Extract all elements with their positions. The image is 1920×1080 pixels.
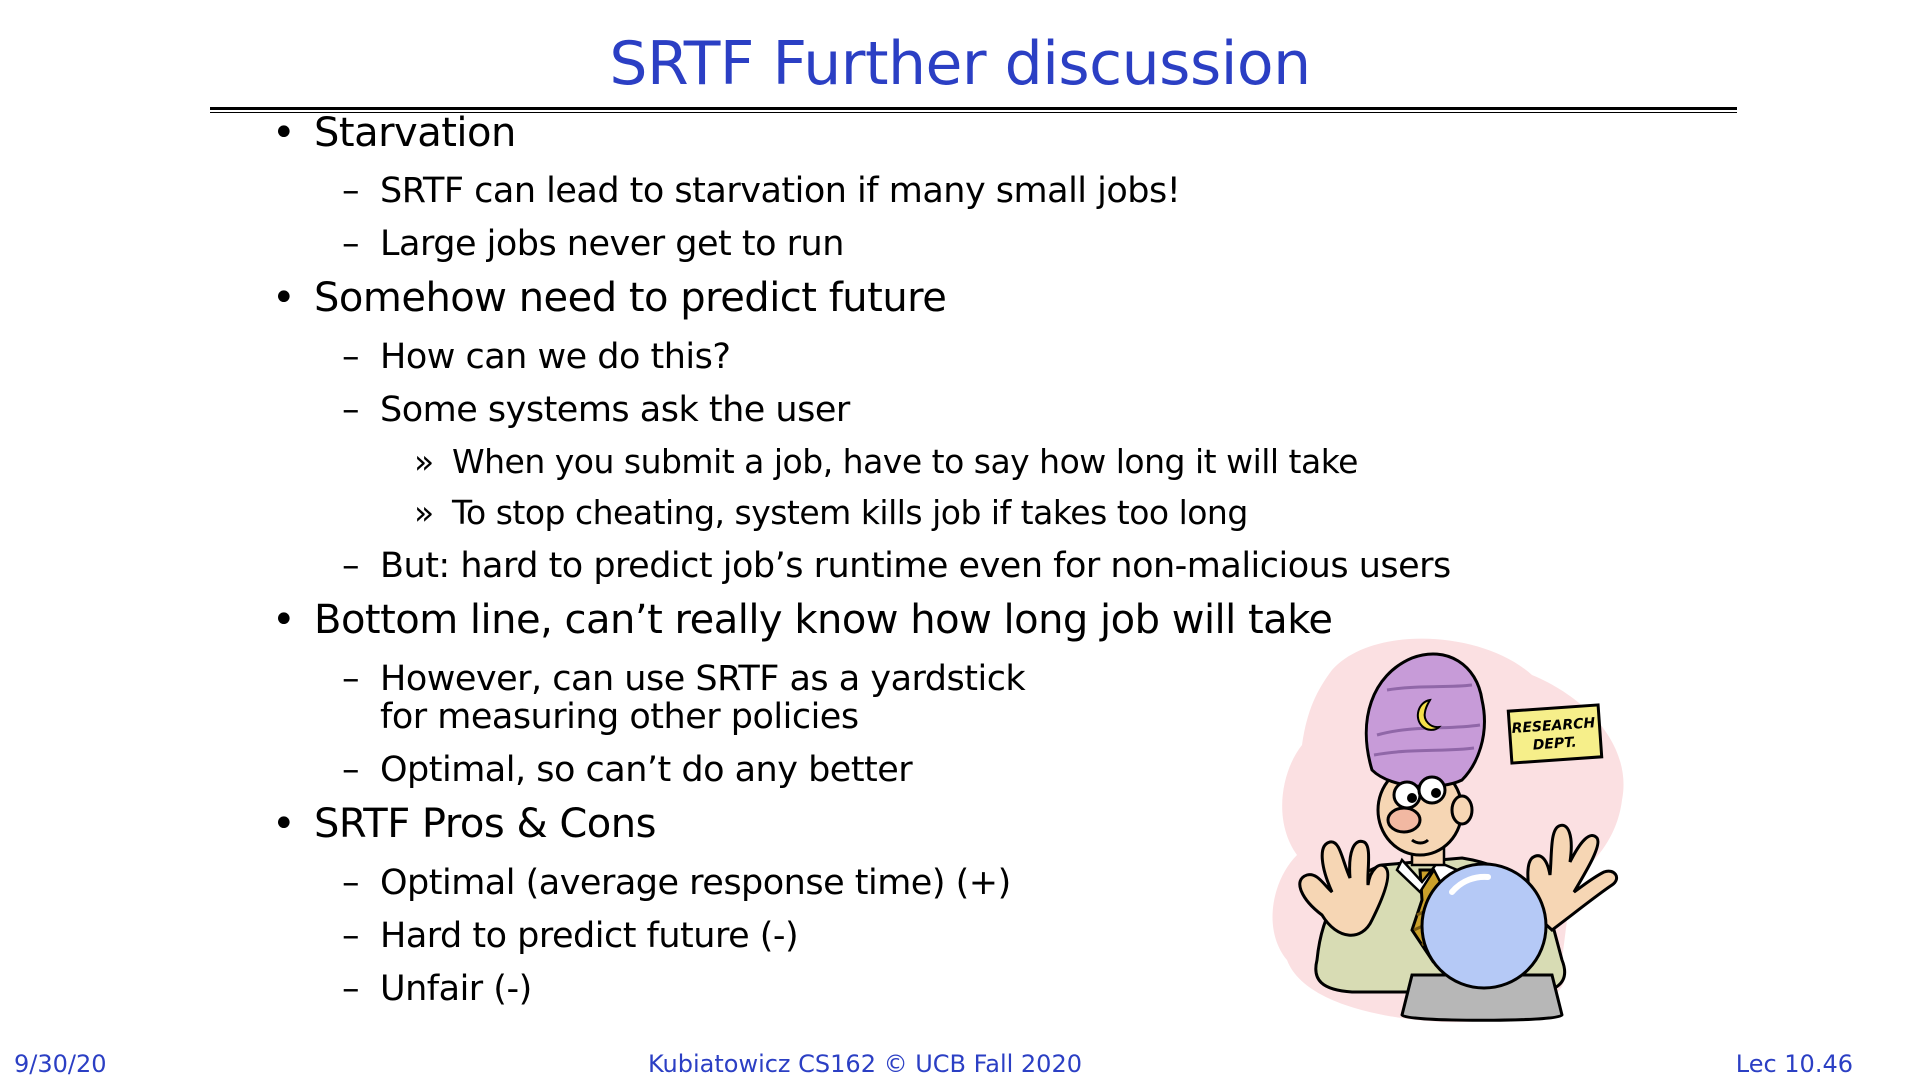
bullet-text: SRTF Pros & Cons — [314, 801, 656, 847]
sub-bullet-text: But: hard to predict job’s runtime even … — [380, 546, 1451, 586]
sub-bullet-text: Optimal (average response time) (+) — [380, 863, 1011, 903]
research-dept-sign: RESEARCH DEPT. — [1506, 703, 1604, 765]
bullet-text: Somehow need to predict future — [314, 275, 947, 321]
sub-bullet-marker: – — [342, 337, 360, 377]
sub-sub-bullet-marker: » — [414, 442, 435, 481]
sub-bullet-marker: – — [342, 750, 360, 790]
sub-bullet-marker: – — [342, 546, 360, 586]
bullet-text: Bottom line, can’t really know how long … — [314, 597, 1333, 643]
sub-bullet-marker: – — [342, 969, 360, 1009]
bullet-marker: • — [272, 597, 296, 643]
sub-bullet-marker: – — [342, 863, 360, 903]
crystal-ball — [1420, 862, 1548, 990]
bullet-marker: • — [272, 801, 296, 847]
sub-bullet-text: Hard to predict future (-) — [380, 916, 799, 956]
bullet-text: Starvation — [314, 110, 516, 156]
sub-bullet-marker: – — [342, 659, 360, 699]
sub-bullet-text-continued: for measuring other policies — [380, 697, 859, 737]
fortune-teller-illustration: RESEARCH DEPT. — [1272, 638, 1624, 1023]
sub-bullet-text: Some systems ask the user — [380, 390, 850, 430]
sub-sub-bullet-text: When you submit a job, have to say how l… — [452, 442, 1358, 481]
sub-bullet-text: However, can use SRTF as a yardstick — [380, 659, 1026, 699]
sub-bullet-marker: – — [342, 171, 360, 211]
sub-bullet-marker: – — [342, 390, 360, 430]
footer-lecture-number: Lec 10.46 — [1735, 1050, 1853, 1078]
sub-bullet-text: How can we do this? — [380, 337, 731, 377]
bullet-marker: • — [272, 275, 296, 321]
sub-bullet-marker: – — [342, 224, 360, 264]
sub-sub-bullet-marker: » — [414, 493, 435, 532]
sub-bullet-text: Optimal, so can’t do any better — [380, 750, 913, 790]
sub-bullet-marker: – — [342, 916, 360, 956]
sub-bullet-text: Large jobs never get to run — [380, 224, 844, 264]
sign-line-2: DEPT. — [1532, 735, 1577, 754]
bullet-marker: • — [272, 110, 296, 156]
footer-course: Kubiatowicz CS162 © UCB Fall 2020 — [647, 1050, 1082, 1078]
nose — [1386, 806, 1422, 834]
sub-sub-bullet-text: To stop cheating, system kills job if ta… — [452, 493, 1248, 532]
sub-bullet-text: Unfair (-) — [380, 969, 532, 1009]
sub-bullet-text: SRTF can lead to starvation if many smal… — [380, 171, 1181, 211]
